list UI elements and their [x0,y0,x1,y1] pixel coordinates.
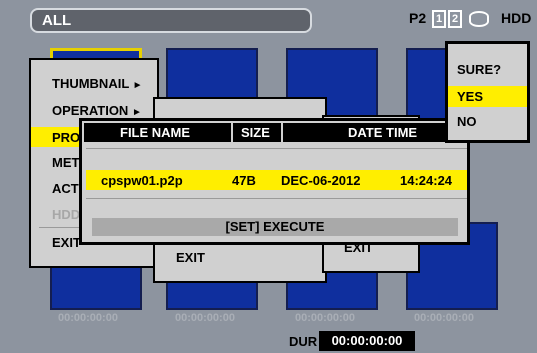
column-header-date-time: DATE TIME [348,125,418,140]
menu-item-active[interactable]: ACT [52,181,79,196]
execute-button[interactable]: [SET] EXECUTE [92,218,458,236]
column-separator [231,123,233,142]
screen: ALL P2 1 2 HDD 00:00:00:00 00:00:00:00 0… [0,0,537,353]
menu-item-label: OPERATION [52,103,129,118]
thumbnail-timecode: 00:00:00:00 [58,312,118,324]
duration-value: 00:00:00:00 [319,331,415,351]
chevron-right-icon: ► [131,107,142,118]
slot-1-indicator: 1 [432,10,446,28]
slot-2-indicator: 2 [448,10,462,28]
row-divider [86,148,467,149]
menu-item-label: THUMBNAIL [52,76,130,91]
duration-label: DUR [289,334,318,349]
size-cell: 47B [232,173,256,188]
menu-item-label: PRO [52,130,81,145]
chevron-right-icon: ► [132,80,143,91]
table-header: FILE NAME SIZE DATE TIME [84,123,465,142]
row-divider [86,198,467,199]
thumbnail-timecode: 00:00:00:00 [175,312,235,324]
menu-item-hdd: HDD [52,207,81,222]
column-header-file-name: FILE NAME [120,125,191,140]
menu-item-operation[interactable]: OPERATION ► [52,103,142,118]
menu-item-thumbnail[interactable]: THUMBNAIL ► [52,76,143,91]
yes-button[interactable]: YES [448,86,527,107]
column-separator [281,123,283,142]
thumbnail-timecode: 00:00:00:00 [414,312,474,324]
hdd-icon [469,11,489,27]
top-bar: ALL P2 1 2 HDD [0,0,537,42]
confirm-question: SURE? [457,62,502,77]
file-property-dialog: FILE NAME SIZE DATE TIME cpspw01.p2p 47B… [79,118,470,245]
no-button[interactable]: NO [448,114,527,129]
menu-item-exit[interactable]: EXIT [52,235,81,250]
time-cell: 14:24:24 [400,173,453,188]
thumbnail-timecode: 00:00:00:00 [295,312,355,324]
bottom-bar [0,327,537,353]
confirm-dialog: SURE? YES NO [445,41,530,143]
view-mode-title[interactable]: ALL [30,8,312,33]
column-header-size: SIZE [241,125,270,140]
hdd-label: HDD [501,10,532,26]
menu-item-metadata[interactable]: MET [52,155,79,170]
p2-label: P2 [409,10,427,26]
submenu-exit[interactable]: EXIT [176,250,205,265]
date-cell: DEC-06-2012 [281,173,361,188]
table-row[interactable]: cpspw01.p2p 47B DEC-06-2012 14:24:24 [86,170,467,190]
file-name-cell: cpspw01.p2p [101,173,183,188]
